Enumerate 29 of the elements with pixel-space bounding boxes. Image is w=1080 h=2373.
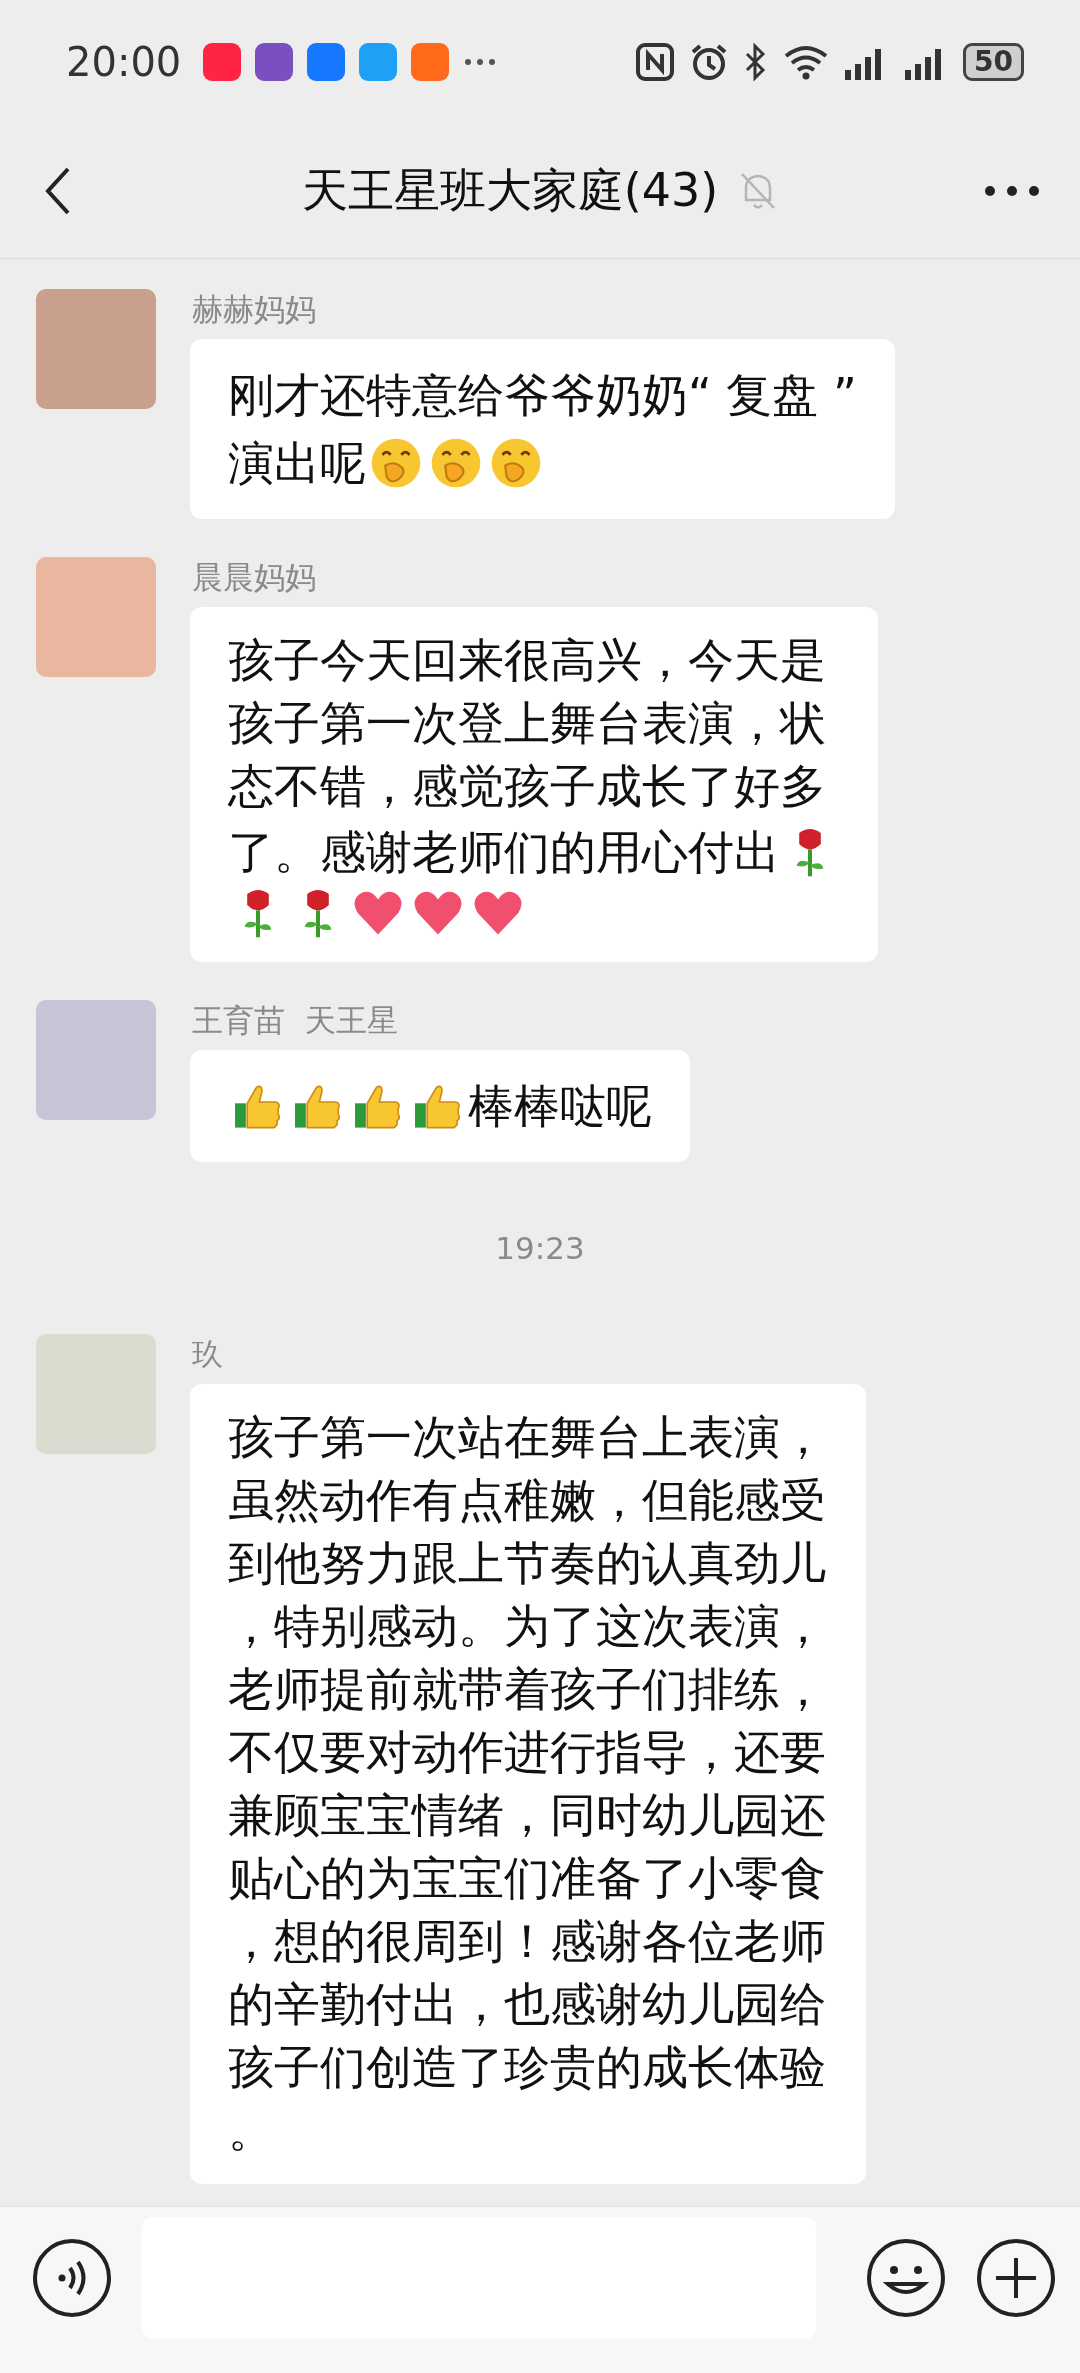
app-notification-icon	[203, 43, 242, 81]
app-notification-icon	[411, 43, 450, 81]
giggle-emoji-icon	[369, 436, 423, 490]
message-text: 刚才还特意给爷爷奶奶“ 复盘 ”	[228, 367, 857, 424]
emoji-button[interactable]	[866, 2238, 946, 2318]
nfc-icon	[635, 42, 676, 82]
status-time: 20:00	[66, 39, 182, 85]
voice-button[interactable]	[32, 2238, 112, 2318]
chat-title: 天王星班大家庭(43)	[301, 162, 719, 219]
message-text: 孩子第一次站在舞台上表演，虽然动作有点稚嫩，但能感受到他努力跟上节奏的认真劲儿，特别感动。为了这次表演，老师提前就带着孩子们排练，不仅要对动作进行指导，还要兼顾宝宝情绪，同时幼儿园还贴心的为宝宝们准备了小零食，想的很周到！感谢各位老师的辛勤付出，也感谢幼儿园给孩子们创造了珍贵的成长体验。	[228, 1409, 827, 2159]
back-button[interactable]	[44, 166, 72, 216]
giggle-emoji-icon	[429, 436, 483, 490]
message-text: 孩子今天回来很高兴，今天是孩子第一次登上舞台表演，状态不错，感觉孩子成长了好多	[228, 632, 827, 815]
app-notification-icon	[359, 43, 398, 81]
sender-name: 晨晨妈妈	[192, 558, 317, 597]
chat-timestamp: 19:23	[495, 1230, 585, 1266]
message-text: 了。感谢老师们的用心付出	[228, 824, 780, 881]
message-text: 演出呢	[228, 435, 366, 492]
giggle-emoji-icon	[489, 436, 543, 490]
app-notification-icon	[307, 43, 346, 81]
sender-name: 玖	[192, 1335, 224, 1374]
battery-level: 50	[963, 43, 1024, 81]
more-button[interactable]	[984, 185, 1040, 197]
app-notification-icon	[255, 43, 294, 81]
sender-name: 王育苗 天王星	[192, 1001, 399, 1040]
more-notifications-icon	[463, 57, 498, 67]
sender-name: 赫赫妈妈	[192, 290, 317, 329]
message-text: 棒棒哒呢	[468, 1078, 652, 1135]
add-button[interactable]	[976, 2238, 1056, 2318]
